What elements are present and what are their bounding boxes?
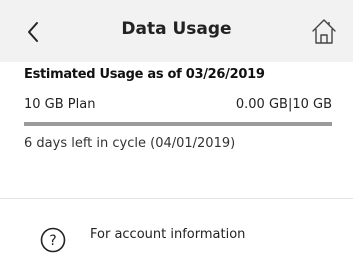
question-circle-icon: ?	[40, 227, 66, 253]
svg-text:?: ?	[49, 233, 56, 249]
cycle-remaining-text: 6 days left in cycle (04/01/2019)	[24, 136, 236, 151]
plan-name: 10 GB Plan	[24, 97, 96, 112]
home-button[interactable]	[309, 16, 339, 46]
app-header: Data Usage	[0, 0, 353, 62]
home-icon	[312, 19, 336, 44]
account-info-label: For account information	[90, 227, 246, 242]
usage-progress-bar	[24, 122, 332, 126]
estimated-usage-heading: Estimated Usage as of 03/26/2019	[24, 67, 265, 82]
page-title: Data Usage	[121, 19, 232, 39]
plan-usage-summary: 0.00 GB|10 GB	[235, 97, 332, 112]
